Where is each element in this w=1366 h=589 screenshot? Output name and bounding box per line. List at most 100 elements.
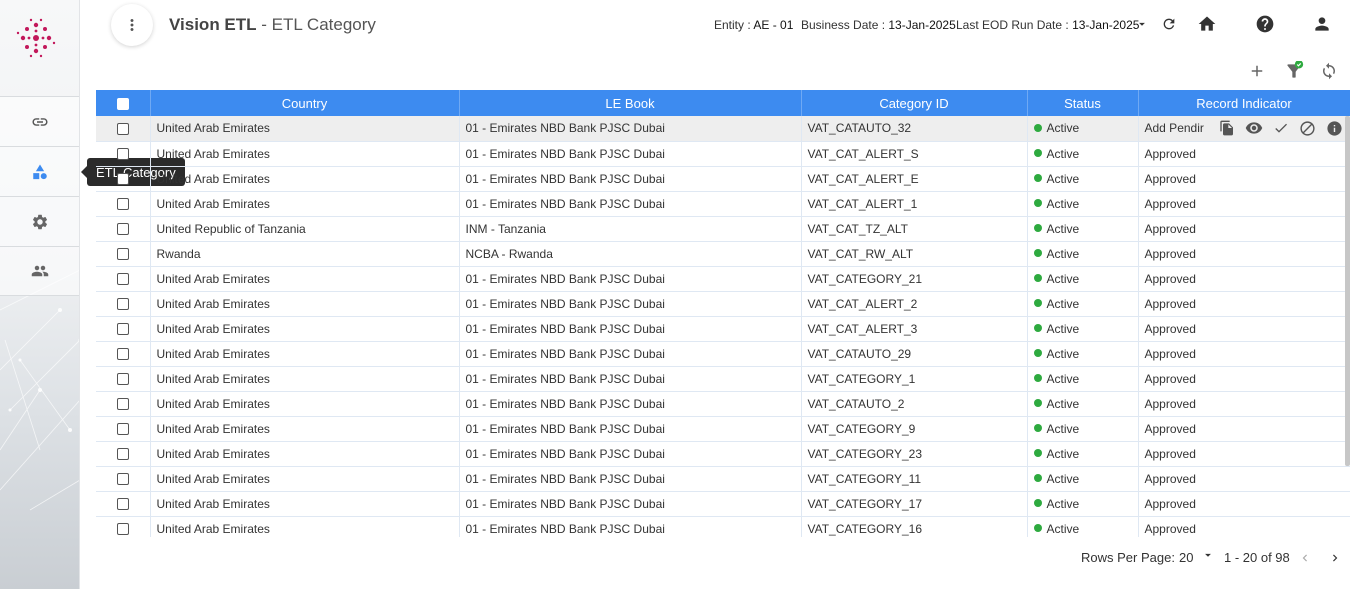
- info-icon[interactable]: [1326, 119, 1344, 137]
- cell-record-indicator: Approved: [1138, 166, 1350, 192]
- status-active-dot: [1033, 399, 1042, 408]
- business-date-label: Business Date :: [801, 18, 889, 32]
- row-checkbox[interactable]: [116, 298, 129, 311]
- row-select-cell: [96, 191, 151, 217]
- cell-status: Active: [1027, 266, 1139, 292]
- copy-icon[interactable]: [1218, 119, 1236, 137]
- cell-category-id: VAT_CATEGORY_16: [801, 516, 1028, 537]
- column-header-country[interactable]: Country: [150, 90, 460, 116]
- table-row[interactable]: United Arab Emirates 01 - Emirates NBD Ba…: [96, 441, 1350, 467]
- row-checkbox[interactable]: [116, 498, 129, 511]
- status-text: Active: [1046, 446, 1080, 461]
- select-all-cell: [96, 90, 151, 116]
- row-checkbox[interactable]: [116, 248, 129, 261]
- row-select-cell: [96, 141, 151, 167]
- status-active-dot: [1033, 224, 1042, 233]
- row-checkbox[interactable]: [116, 398, 129, 411]
- table-row[interactable]: Rwanda NCBA - Rwanda VAT_CAT_RW_ALT Active A…: [96, 241, 1350, 267]
- header-dropdown-button[interactable]: [1131, 13, 1153, 35]
- row-checkbox[interactable]: [116, 448, 129, 461]
- add-button[interactable]: [1246, 60, 1268, 82]
- cell-record-indicator: Approved: [1138, 341, 1350, 367]
- row-checkbox[interactable]: [116, 173, 129, 186]
- status-active-dot: [1033, 249, 1042, 258]
- rows-per-page-value: 20: [1179, 550, 1194, 565]
- row-checkbox[interactable]: [116, 473, 129, 486]
- cell-status: Active: [1027, 516, 1139, 537]
- cell-record-indicator: Approved: [1138, 366, 1350, 392]
- cell-category-id: VAT_CATEGORY_1: [801, 366, 1028, 392]
- row-checkbox[interactable]: [116, 348, 129, 361]
- business-date-info: Business Date : 13-Jan-2025: [801, 18, 956, 32]
- status-active-dot: [1033, 174, 1042, 183]
- select-all-checkbox[interactable]: [116, 98, 129, 111]
- table-row[interactable]: United Republic of Tanzania INM - Tanzani…: [96, 216, 1350, 242]
- reload-button[interactable]: [1318, 60, 1340, 82]
- table-row[interactable]: United Arab Emirates 01 - Emirates NBD Ba…: [96, 291, 1350, 317]
- caret-down-icon: [1205, 553, 1211, 557]
- row-checkbox[interactable]: [116, 123, 129, 136]
- table-row[interactable]: United Arab Emirates 01 - Emirates NBD Ba…: [96, 366, 1350, 392]
- cell-le-book: 01 - Emirates NBD Bank PJSC Dubai: [459, 516, 802, 537]
- sidebar-item-users[interactable]: [0, 246, 79, 296]
- home-button[interactable]: [1196, 13, 1218, 35]
- cell-category-id: VAT_CATEGORY_21: [801, 266, 1028, 292]
- table-row[interactable]: United Arab Emirates 01 - Emirates NBD Ba…: [96, 166, 1350, 192]
- table-row[interactable]: United Arab Emirates 01 - Emirates NBD Ba…: [96, 316, 1350, 342]
- status-active-dot: [1033, 274, 1042, 283]
- column-header-category-id[interactable]: Category ID: [801, 90, 1028, 116]
- status-text: Active: [1046, 171, 1080, 186]
- refresh-date-button[interactable]: [1158, 13, 1180, 35]
- row-checkbox[interactable]: [116, 273, 129, 286]
- row-checkbox[interactable]: [116, 423, 129, 436]
- column-header-le-book[interactable]: LE Book: [459, 90, 802, 116]
- cell-record-indicator: Approved: [1138, 141, 1350, 167]
- cell-record-indicator: Approved: [1138, 491, 1350, 517]
- table-row[interactable]: United Arab Emirates 01 - Emirates NBD Ba…: [96, 141, 1350, 167]
- check-icon[interactable]: [1272, 119, 1290, 137]
- row-checkbox[interactable]: [116, 373, 129, 386]
- row-action-toolbar: [1218, 119, 1344, 137]
- next-page-button[interactable]: [1328, 551, 1342, 568]
- table-row[interactable]: United Arab Emirates 01 - Emirates NBD Ba…: [96, 491, 1350, 517]
- cell-record-indicator: Add Pendir: [1138, 116, 1350, 142]
- table-row[interactable]: United Arab Emirates 01 - Emirates NBD Ba…: [96, 466, 1350, 492]
- cell-country: United Arab Emirates: [150, 141, 460, 167]
- more-menu-button[interactable]: [111, 4, 153, 46]
- column-header-record-indicator[interactable]: Record Indicator: [1138, 90, 1350, 116]
- sidebar-item-etl-category[interactable]: [0, 146, 79, 196]
- table-row[interactable]: United Arab Emirates 01 - Emirates NBD Ba…: [96, 116, 1350, 142]
- row-checkbox[interactable]: [116, 198, 129, 211]
- rows-per-page-dropdown[interactable]: [1201, 548, 1215, 565]
- cell-record-indicator: Approved: [1138, 316, 1350, 342]
- table-row[interactable]: United Arab Emirates 01 - Emirates NBD Ba…: [96, 391, 1350, 417]
- row-checkbox[interactable]: [116, 148, 129, 161]
- row-checkbox[interactable]: [116, 323, 129, 336]
- previous-page-button[interactable]: [1298, 551, 1312, 568]
- cell-record-indicator: Approved: [1138, 441, 1350, 467]
- sidebar-item-settings[interactable]: [0, 196, 79, 246]
- table-row[interactable]: United Arab Emirates 01 - Emirates NBD Ba…: [96, 266, 1350, 292]
- block-icon[interactable]: [1299, 119, 1317, 137]
- filter-button[interactable]: [1283, 60, 1305, 82]
- row-checkbox[interactable]: [116, 523, 129, 536]
- help-button[interactable]: [1254, 13, 1276, 35]
- row-select-cell: [96, 291, 151, 317]
- table-row[interactable]: United Arab Emirates 01 - Emirates NBD Ba…: [96, 191, 1350, 217]
- eye-icon[interactable]: [1245, 119, 1263, 137]
- person-icon: [1315, 17, 1329, 31]
- rows-per-page-select[interactable]: 20: [1179, 550, 1193, 565]
- table-row[interactable]: United Arab Emirates 01 - Emirates NBD Ba…: [96, 341, 1350, 367]
- cell-record-indicator: Approved: [1138, 416, 1350, 442]
- sidebar-item-link[interactable]: [0, 96, 79, 146]
- cell-category-id: VAT_CAT_RW_ALT: [801, 241, 1028, 267]
- column-header-status[interactable]: Status: [1027, 90, 1139, 116]
- cell-status: Active: [1027, 341, 1139, 367]
- user-profile-button[interactable]: [1311, 13, 1333, 35]
- table-row[interactable]: United Arab Emirates 01 - Emirates NBD Ba…: [96, 516, 1350, 537]
- row-checkbox[interactable]: [116, 223, 129, 236]
- table-row[interactable]: United Arab Emirates 01 - Emirates NBD Ba…: [96, 416, 1350, 442]
- grid-scrollbar[interactable]: [1345, 116, 1350, 466]
- cell-country: Rwanda: [150, 241, 460, 267]
- status-text: Active: [1046, 196, 1080, 211]
